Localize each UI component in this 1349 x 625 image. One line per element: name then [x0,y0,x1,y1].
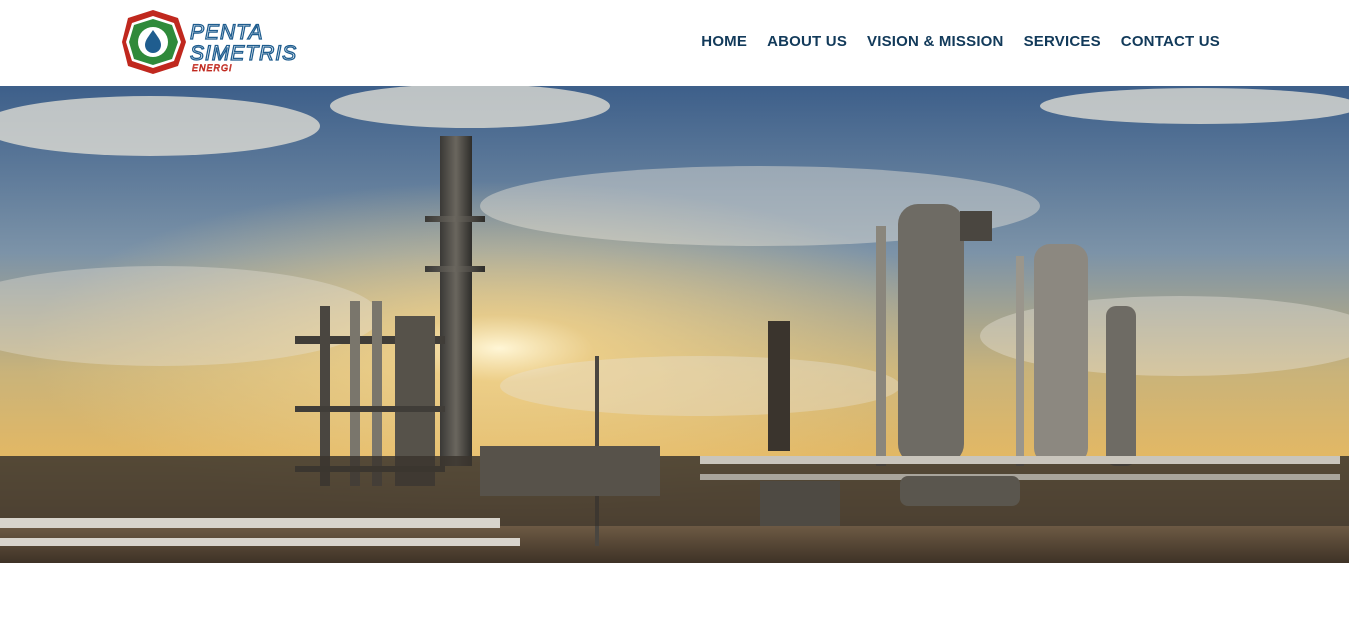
site-logo[interactable]: PENTA SIMETRIS ENERGI [120,8,324,76]
nav-vision-mission[interactable]: VISION & MISSION [867,33,1004,50]
logo-graphic: PENTA SIMETRIS ENERGI [122,10,297,74]
nav-about-us[interactable]: ABOUT US [767,33,847,50]
logo-text-simetris: SIMETRIS [190,42,297,65]
nav-home[interactable]: HOME [701,33,747,50]
logo-text-energi: ENERGI [192,63,233,73]
hero-image [0,86,1349,563]
hero-banner [0,86,1349,563]
main-nav: HOME ABOUT US VISION & MISSION SERVICES … [701,33,1220,50]
center-stack [768,321,790,451]
nav-services[interactable]: SERVICES [1024,33,1101,50]
nav-contact-us[interactable]: CONTACT US [1121,33,1220,50]
logo-text-penta: PENTA [190,21,263,44]
content-area [0,563,1349,625]
site-header: PENTA SIMETRIS ENERGI HOME ABOUT US VISI… [0,0,1349,86]
